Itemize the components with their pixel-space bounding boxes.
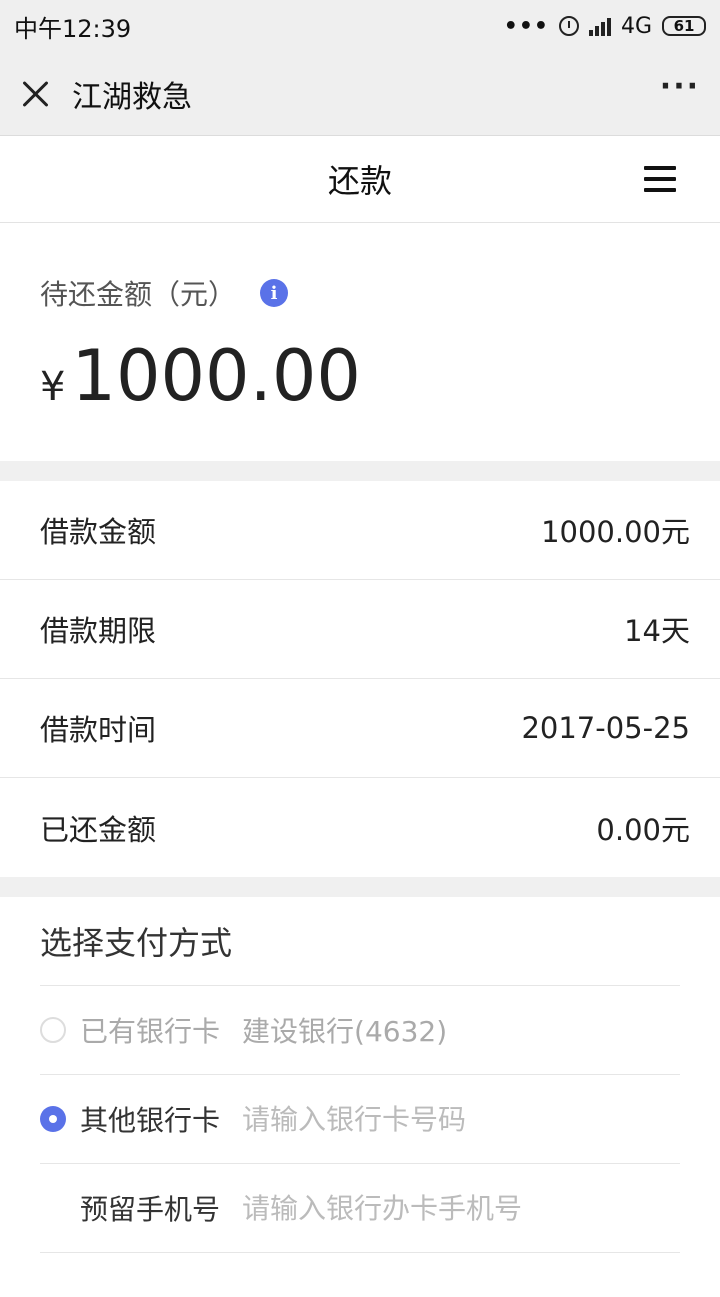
existing-card-label: 已有银行卡 (80, 1015, 221, 1048)
amount-due-value: 1000.00 (71, 335, 361, 417)
loan-term-value: 14天 (624, 614, 690, 648)
signal-icon (588, 16, 611, 36)
phone-row: 预留手机号 (40, 1164, 680, 1253)
alarm-icon (558, 16, 579, 36)
other-card-radio[interactable] (40, 1106, 66, 1132)
loan-info-list: 借款金额 1000.00元 借款期限 14天 借款时间 2017-05-25 已… (0, 481, 720, 877)
repaid-amount-row: 已还金额 0.00元 (0, 778, 720, 877)
other-card-option[interactable]: 其他银行卡 (40, 1075, 680, 1164)
section-divider (0, 877, 720, 897)
close-icon[interactable] (20, 79, 50, 109)
section-divider (0, 461, 720, 481)
loan-date-row: 借款时间 2017-05-25 (0, 679, 720, 778)
status-icons: ••• 4G 61 (504, 14, 706, 39)
more-options-icon[interactable]: ··· (660, 69, 700, 118)
status-bar: 中午12:39 ••• 4G 61 (0, 0, 720, 52)
repaid-amount-label: 已还金额 (40, 812, 157, 847)
payment-method-section: 选择支付方式 已有银行卡 建设银行(4632) 其他银行卡 预留手机号 (0, 897, 720, 1297)
loan-term-label: 借款期限 (40, 614, 157, 648)
loan-date-label: 借款时间 (40, 713, 157, 747)
status-time: 中午12:39 (14, 14, 132, 43)
loan-amount-label: 借款金额 (40, 515, 157, 549)
existing-card-option[interactable]: 已有银行卡 建设银行(4632) (40, 986, 680, 1075)
app-title: 江湖救急 (72, 79, 192, 115)
card-number-input[interactable] (242, 1102, 623, 1136)
battery-icon: 61 (662, 16, 706, 36)
battery-level: 61 (673, 17, 695, 35)
more-notifications-icon: ••• (503, 13, 549, 39)
payment-method-title: 选择支付方式 (40, 897, 680, 986)
info-icon[interactable]: i (260, 279, 289, 307)
amount-due-label: 待还金额（元） (40, 278, 237, 311)
menu-icon[interactable] (644, 166, 676, 192)
page-title: 还款 (327, 162, 392, 200)
phone-label: 预留手机号 (80, 1193, 221, 1226)
repaid-amount-value: 0.00元 (596, 812, 690, 847)
existing-card-radio[interactable] (40, 1017, 66, 1043)
page-header: 还款 (0, 136, 720, 223)
network-type: 4G (620, 13, 652, 39)
other-card-label: 其他银行卡 (80, 1104, 221, 1137)
app-nav-bar: 江湖救急 ··· (0, 52, 720, 136)
amount-due-card: 待还金额（元） i ¥ 1000.00 (0, 223, 720, 461)
existing-card-value: 建设银行(4632) (242, 1015, 448, 1048)
loan-term-row: 借款期限 14天 (0, 580, 720, 679)
loan-amount-value: 1000.00元 (541, 515, 690, 549)
currency-symbol: ¥ (40, 364, 66, 410)
phone-input[interactable] (242, 1191, 623, 1225)
loan-date-value: 2017-05-25 (521, 711, 690, 745)
loan-amount-row: 借款金额 1000.00元 (0, 481, 720, 580)
